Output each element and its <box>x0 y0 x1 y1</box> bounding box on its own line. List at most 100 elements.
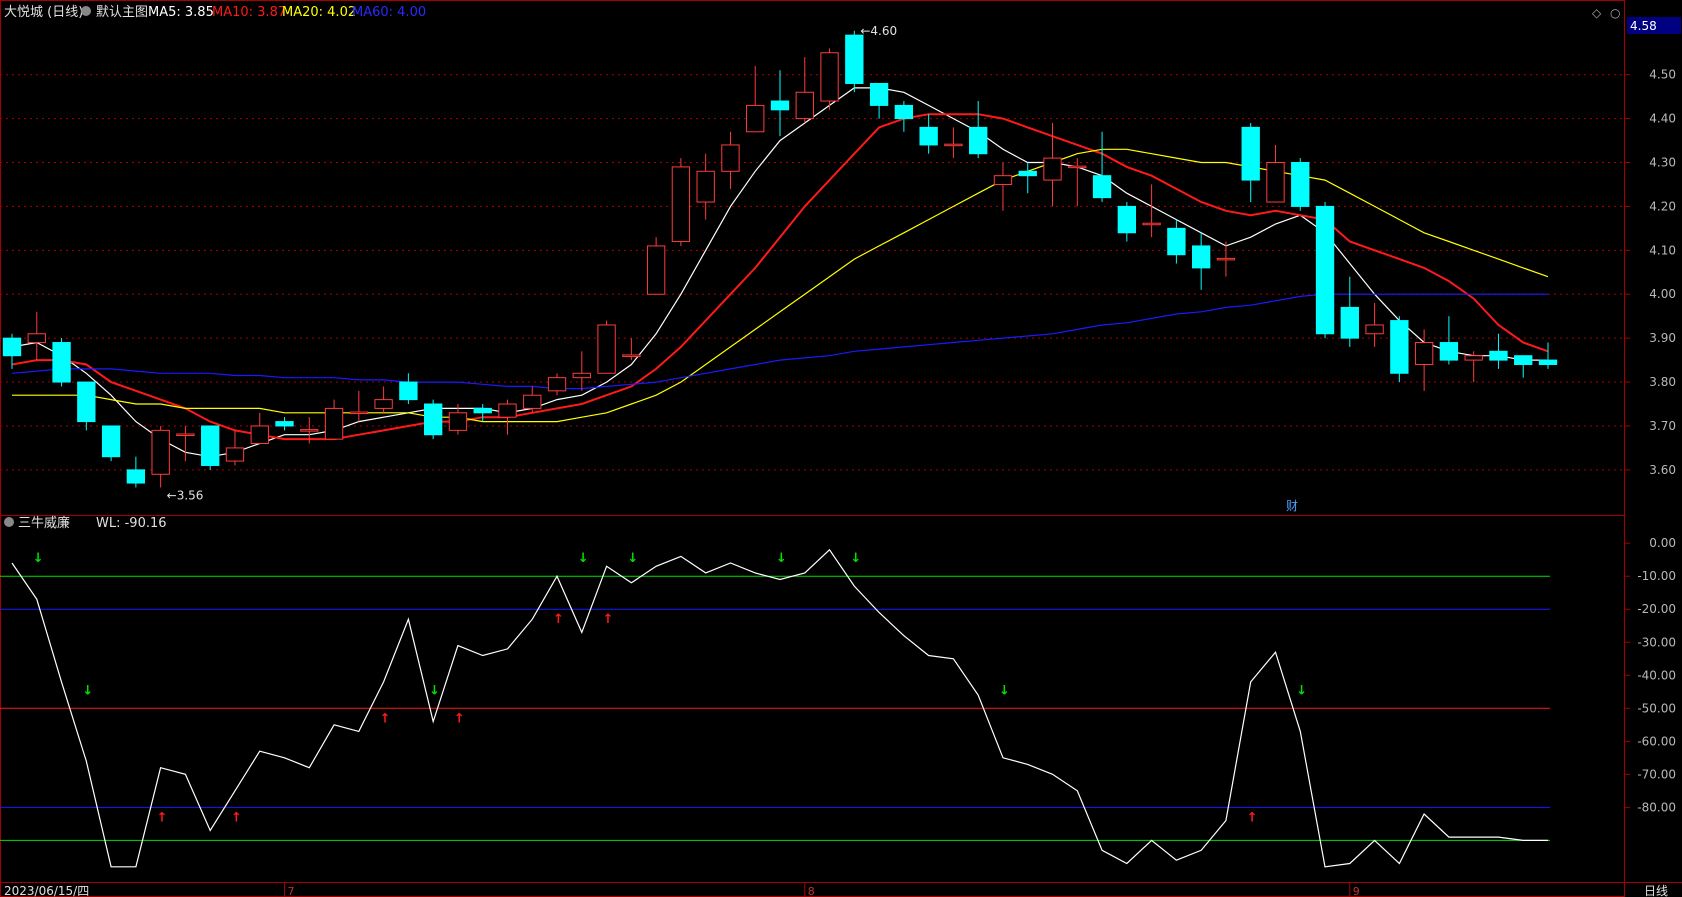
wl-tick-label: -20.00 <box>1637 602 1676 616</box>
candle-down <box>1315 205 1335 335</box>
candle-up <box>1043 157 1062 181</box>
candle-down <box>1538 359 1558 365</box>
buy-arrow-icon: ↑ <box>380 711 391 726</box>
candle-up <box>300 429 319 432</box>
price-grid <box>0 74 1624 471</box>
candle-up <box>820 52 839 102</box>
diamond-icon[interactable]: ◇ <box>1592 6 1602 20</box>
candle-down <box>473 407 492 414</box>
candle-down <box>969 126 988 155</box>
candle-down <box>275 421 294 427</box>
candle-up <box>993 175 1013 185</box>
candle-up <box>324 407 344 440</box>
candle-down <box>1117 205 1137 234</box>
candle-down <box>399 381 418 401</box>
financial-report-marker[interactable]: 财 <box>1286 499 1298 513</box>
wl-tick-label: 0.00 <box>1649 536 1676 550</box>
buy-arrow-icon: ↑ <box>1247 810 1258 825</box>
candle-up <box>225 447 245 462</box>
buy-arrow-icon: ↑ <box>603 612 614 627</box>
candle-up <box>721 144 740 172</box>
sell-arrow-icon: ↓ <box>776 551 787 566</box>
price-tick-label: 3.70 <box>1649 419 1676 433</box>
circle-icon[interactable]: ○ <box>1610 6 1620 20</box>
wl-tick-label: -80.00 <box>1637 800 1676 814</box>
candle-down <box>1018 170 1037 177</box>
buy-arrow-icon: ↑ <box>553 612 564 627</box>
candle-up <box>646 245 666 295</box>
ma60-label: MA60: 4.00 <box>352 5 426 20</box>
candle-up <box>1068 165 1087 169</box>
candle-up <box>1266 162 1285 203</box>
wl-value: WL: -90.16 <box>96 516 167 531</box>
candle-up <box>1414 342 1434 365</box>
candle-down <box>2 337 22 357</box>
candle-up <box>523 394 542 409</box>
candle-up <box>696 170 715 203</box>
price-tick-label: 4.10 <box>1649 243 1676 257</box>
candle-up <box>448 412 468 431</box>
price-tick-label: 3.60 <box>1649 463 1676 477</box>
ma10-label: MA10: 3.87 <box>212 5 286 20</box>
sell-arrow-icon: ↓ <box>627 551 638 566</box>
settings-circle-icon[interactable] <box>81 6 91 16</box>
wl-tick-label: -60.00 <box>1637 734 1676 748</box>
candle-down <box>1167 227 1186 256</box>
candle-up <box>795 91 814 120</box>
candle-down <box>126 469 146 484</box>
wl-axis: 0.00 -10.00 -20.00 -30.00 -40.00 -50.00 -60.00… <box>1624 536 1676 814</box>
stock-title: 大悦城 (日线) <box>4 5 83 20</box>
price-tick-label: 4.50 <box>1649 68 1676 82</box>
price-axis: 3.60 3.70 3.80 3.90 4.00 4.10 4.20 4.30 4.40 4.50… <box>167 24 1676 503</box>
month-ticks: 7 8 9 <box>284 882 1360 897</box>
stock-chart[interactable]: 3.60 3.70 3.80 3.90 4.00 4.10 4.20 4.30 4.40 4.50… <box>0 0 1682 897</box>
wl-hlines <box>0 575 1550 841</box>
month-label: 8 <box>808 885 815 897</box>
price-tick-label: 4.20 <box>1649 199 1676 213</box>
sell-arrow-icon: ↓ <box>850 551 861 566</box>
price-tick-label: 4.00 <box>1649 287 1676 301</box>
candle-up <box>151 429 170 475</box>
candle-down <box>869 82 889 106</box>
candle-down <box>1241 126 1260 181</box>
current-date: 2023/06/15/四 <box>4 884 89 897</box>
month-label: 7 <box>288 885 295 897</box>
month-label: 9 <box>1353 885 1360 897</box>
price-tick-label: 4.40 <box>1649 112 1676 126</box>
sell-arrow-icon: ↓ <box>82 683 93 698</box>
candle-up <box>671 166 691 243</box>
candle-up <box>1464 355 1483 361</box>
candle-down <box>894 104 914 120</box>
indicator-settings-icon[interactable] <box>4 517 14 527</box>
candle-down <box>201 425 220 466</box>
buy-arrow-icon: ↑ <box>157 810 168 825</box>
candle-down <box>77 381 96 423</box>
candle-down <box>52 342 71 383</box>
wl-tick-label: -50.00 <box>1637 701 1676 715</box>
ma5-label: MA5: 3.85 <box>148 5 214 20</box>
candlesticks[interactable] <box>2 30 1558 488</box>
wl-tick-label: -30.00 <box>1637 635 1676 649</box>
price-annotation: ←4.60 <box>860 24 897 38</box>
candle-down <box>1191 245 1211 269</box>
candle-up <box>27 333 46 344</box>
main-chart-label[interactable]: 默认主图 <box>96 4 148 20</box>
candle-up <box>374 399 393 409</box>
indicator-name[interactable]: 三牛威廉 <box>18 515 70 531</box>
candle-down <box>1291 162 1310 207</box>
sell-arrow-icon: ↓ <box>429 683 440 698</box>
candle-down <box>101 425 121 458</box>
price-tick-label: 3.80 <box>1649 375 1676 389</box>
candle-up <box>349 411 369 415</box>
wl-tick-label: -70.00 <box>1637 767 1676 781</box>
sell-arrow-icon: ↓ <box>578 551 589 566</box>
sell-arrow-icon: ↓ <box>1296 683 1307 698</box>
period-label[interactable]: 日线 <box>1644 884 1668 897</box>
candle-up <box>1216 257 1236 261</box>
candle-up <box>547 377 567 392</box>
candle-down <box>1390 320 1409 374</box>
candle-down <box>1092 175 1112 199</box>
candle-up <box>622 354 641 357</box>
candle-down <box>919 126 938 146</box>
candle-up <box>944 143 963 147</box>
